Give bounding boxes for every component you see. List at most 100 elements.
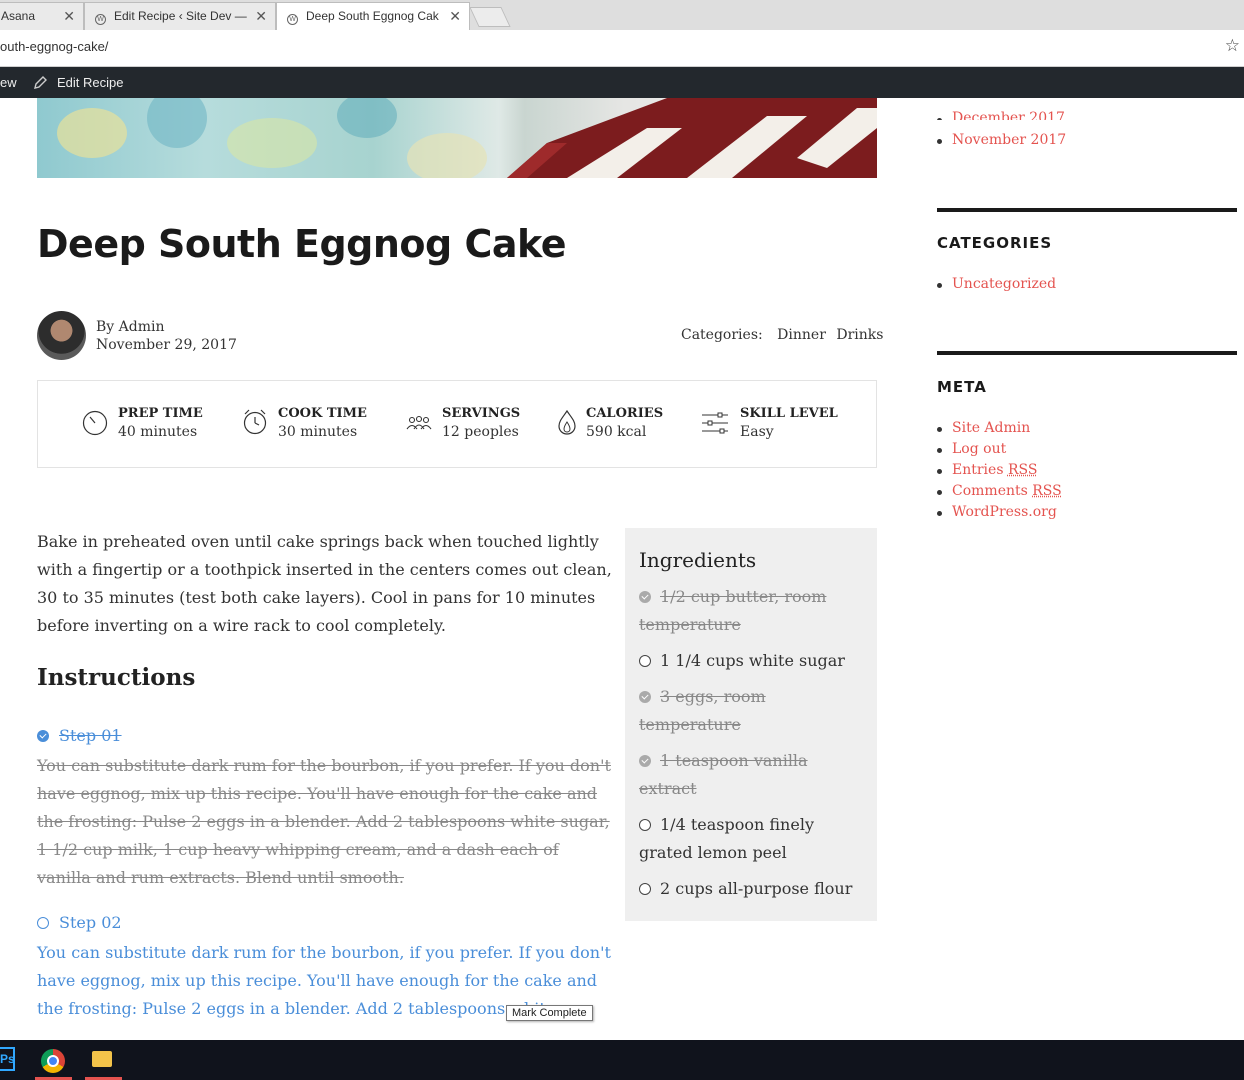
section-divider [937, 351, 1237, 355]
unchecked-circle-icon[interactable] [639, 655, 651, 667]
category-link[interactable]: Dinner [777, 327, 826, 343]
tab-edit-recipe[interactable]: W Edit Recipe ‹ Site Dev — ✕ [84, 2, 276, 30]
rss-abbr: RSS [1032, 483, 1062, 499]
photoshop-icon[interactable]: Ps [0, 1047, 15, 1071]
entries-rss-link[interactable]: Entries RSS [952, 462, 1037, 478]
ingredient-text: 3 eggs, room temperature [639, 687, 766, 734]
instructions-heading: Instructions [37, 664, 196, 691]
unchecked-circle-icon[interactable] [639, 819, 651, 831]
archive-link[interactable]: November 2017 [952, 132, 1066, 148]
info-value: 40 minutes [118, 424, 198, 440]
os-taskbar: Ps [0, 1040, 1244, 1080]
close-icon[interactable]: ✕ [255, 3, 267, 29]
info-value: 590 kcal [586, 424, 647, 440]
archives-clip: December 2017 [937, 98, 1237, 120]
post-date: November 29, 2017 [96, 337, 237, 353]
browser-tab-bar: Asana ✕ W Edit Recipe ‹ Site Dev — ✕ W Dee… [0, 0, 1244, 31]
view-post-link[interactable]: ew [0, 75, 17, 90]
info-label: PREP TIME [118, 406, 203, 421]
ingredients-heading: Ingredients [639, 548, 757, 572]
ingredient-item[interactable]: 3 eggs, room temperature [639, 683, 869, 739]
tab-recipe-page[interactable]: W Deep South Eggnog Cak ✕ [276, 2, 470, 30]
site-admin-link[interactable]: Site Admin [952, 420, 1030, 436]
unchecked-circle-icon[interactable] [37, 917, 49, 929]
ingredient-text: 1 teaspoon vanilla extract [639, 751, 808, 798]
new-tab-button[interactable] [469, 7, 511, 27]
address-bar[interactable]: outh-eggnog-cake/ ☆ [0, 30, 1244, 67]
checked-circle-icon[interactable] [639, 691, 651, 703]
checked-circle-icon[interactable] [37, 730, 49, 742]
recipe-hero-image [37, 98, 877, 178]
unchecked-circle-icon[interactable] [639, 883, 651, 895]
post-categories: Categories: Dinner Drinks [681, 327, 883, 343]
close-icon[interactable]: ✕ [63, 3, 75, 29]
wordpress-icon: W [287, 14, 298, 25]
link-text: Entries [952, 462, 1008, 478]
ingredient-text: 2 cups all-purpose flour [660, 879, 853, 898]
wp-admin-bar: ew Edit Recipe [0, 67, 1244, 98]
cake-slice-image [507, 98, 877, 178]
info-value: 12 peoples [442, 424, 519, 440]
category-link[interactable]: Drinks [836, 327, 883, 343]
list-bullet [937, 490, 942, 495]
ingredient-item[interactable]: 2 cups all-purpose flour [639, 875, 869, 903]
step-label: Step 02 [59, 913, 122, 932]
timer-icon [82, 410, 108, 436]
pencil-icon [34, 76, 47, 89]
people-icon [406, 415, 432, 430]
step-label: Step 01 [59, 726, 122, 745]
recipe-intro: Bake in preheated oven until cake spring… [37, 532, 612, 635]
post-byline: By Admin November 29, 2017 [96, 318, 237, 354]
checked-circle-icon[interactable] [639, 591, 651, 603]
info-label: CALORIES [586, 406, 664, 421]
list-bullet [937, 427, 942, 432]
recipe-info-box: PREP TIME 40 minutes COOK TIME 30 minute… [37, 380, 877, 468]
ingredient-item[interactable]: 1/4 teaspoon finely grated lemon peel [639, 811, 869, 867]
list-bullet [937, 283, 942, 288]
mark-complete-tooltip: Mark Complete [506, 1005, 593, 1021]
ingredient-item[interactable]: 1 1/4 cups white sugar [639, 647, 869, 675]
list-bullet [937, 139, 942, 144]
categories-label: Categories: [681, 327, 763, 343]
tab-label: Deep South Eggnog Cak [306, 9, 439, 23]
ingredient-text: 1 1/4 cups white sugar [660, 651, 845, 670]
section-divider [937, 208, 1237, 212]
wordpress-org-link[interactable]: WordPress.org [952, 504, 1057, 520]
categories-heading: CATEGORIES [937, 234, 1053, 252]
comments-rss-link[interactable]: Comments RSS [952, 483, 1062, 499]
meta-heading: META [937, 378, 987, 396]
archive-link[interactable]: December 2017 [952, 110, 1065, 120]
alarm-clock-icon [243, 409, 267, 435]
flame-icon [558, 409, 576, 435]
bookmark-star-icon[interactable]: ☆ [1225, 36, 1240, 56]
category-link[interactable]: Uncategorized [952, 276, 1056, 292]
url-text[interactable]: outh-eggnog-cake/ [0, 39, 108, 54]
list-bullet [937, 469, 942, 474]
step-02-header[interactable]: Step 02 [37, 913, 122, 932]
log-out-link[interactable]: Log out [952, 441, 1006, 457]
info-label: SKILL LEVEL [740, 406, 838, 421]
info-label: SERVINGS [442, 406, 521, 421]
checked-circle-icon[interactable] [639, 755, 651, 767]
tab-label: Asana [1, 9, 36, 23]
chrome-icon[interactable] [41, 1049, 65, 1073]
info-value: 30 minutes [278, 424, 358, 440]
ingredient-item[interactable]: 1 teaspoon vanilla extract [639, 747, 869, 803]
sliders-icon [702, 412, 728, 434]
step-01-header[interactable]: Step 01 [37, 726, 122, 745]
info-value: Easy [740, 424, 774, 440]
file-explorer-icon[interactable] [92, 1051, 112, 1067]
ingredient-item[interactable]: 1/2 cup butter, room temperature [639, 583, 869, 639]
tab-label: Edit Recipe ‹ Site Dev — [114, 9, 247, 23]
wordpress-icon: W [95, 14, 106, 25]
author-avatar [37, 311, 86, 360]
step-01-text[interactable]: You can substitute dark rum for the bour… [37, 752, 612, 892]
ingredient-text: 1/4 teaspoon finely grated lemon peel [639, 815, 814, 862]
tab-asana[interactable]: Asana ✕ [0, 2, 84, 30]
info-label: COOK TIME [278, 406, 367, 421]
page-title: Deep South Eggnog Cake [37, 222, 567, 266]
list-bullet [937, 511, 942, 516]
author-name[interactable]: By Admin [96, 318, 237, 336]
edit-recipe-link[interactable]: Edit Recipe [57, 75, 123, 90]
close-icon[interactable]: ✕ [449, 3, 461, 29]
